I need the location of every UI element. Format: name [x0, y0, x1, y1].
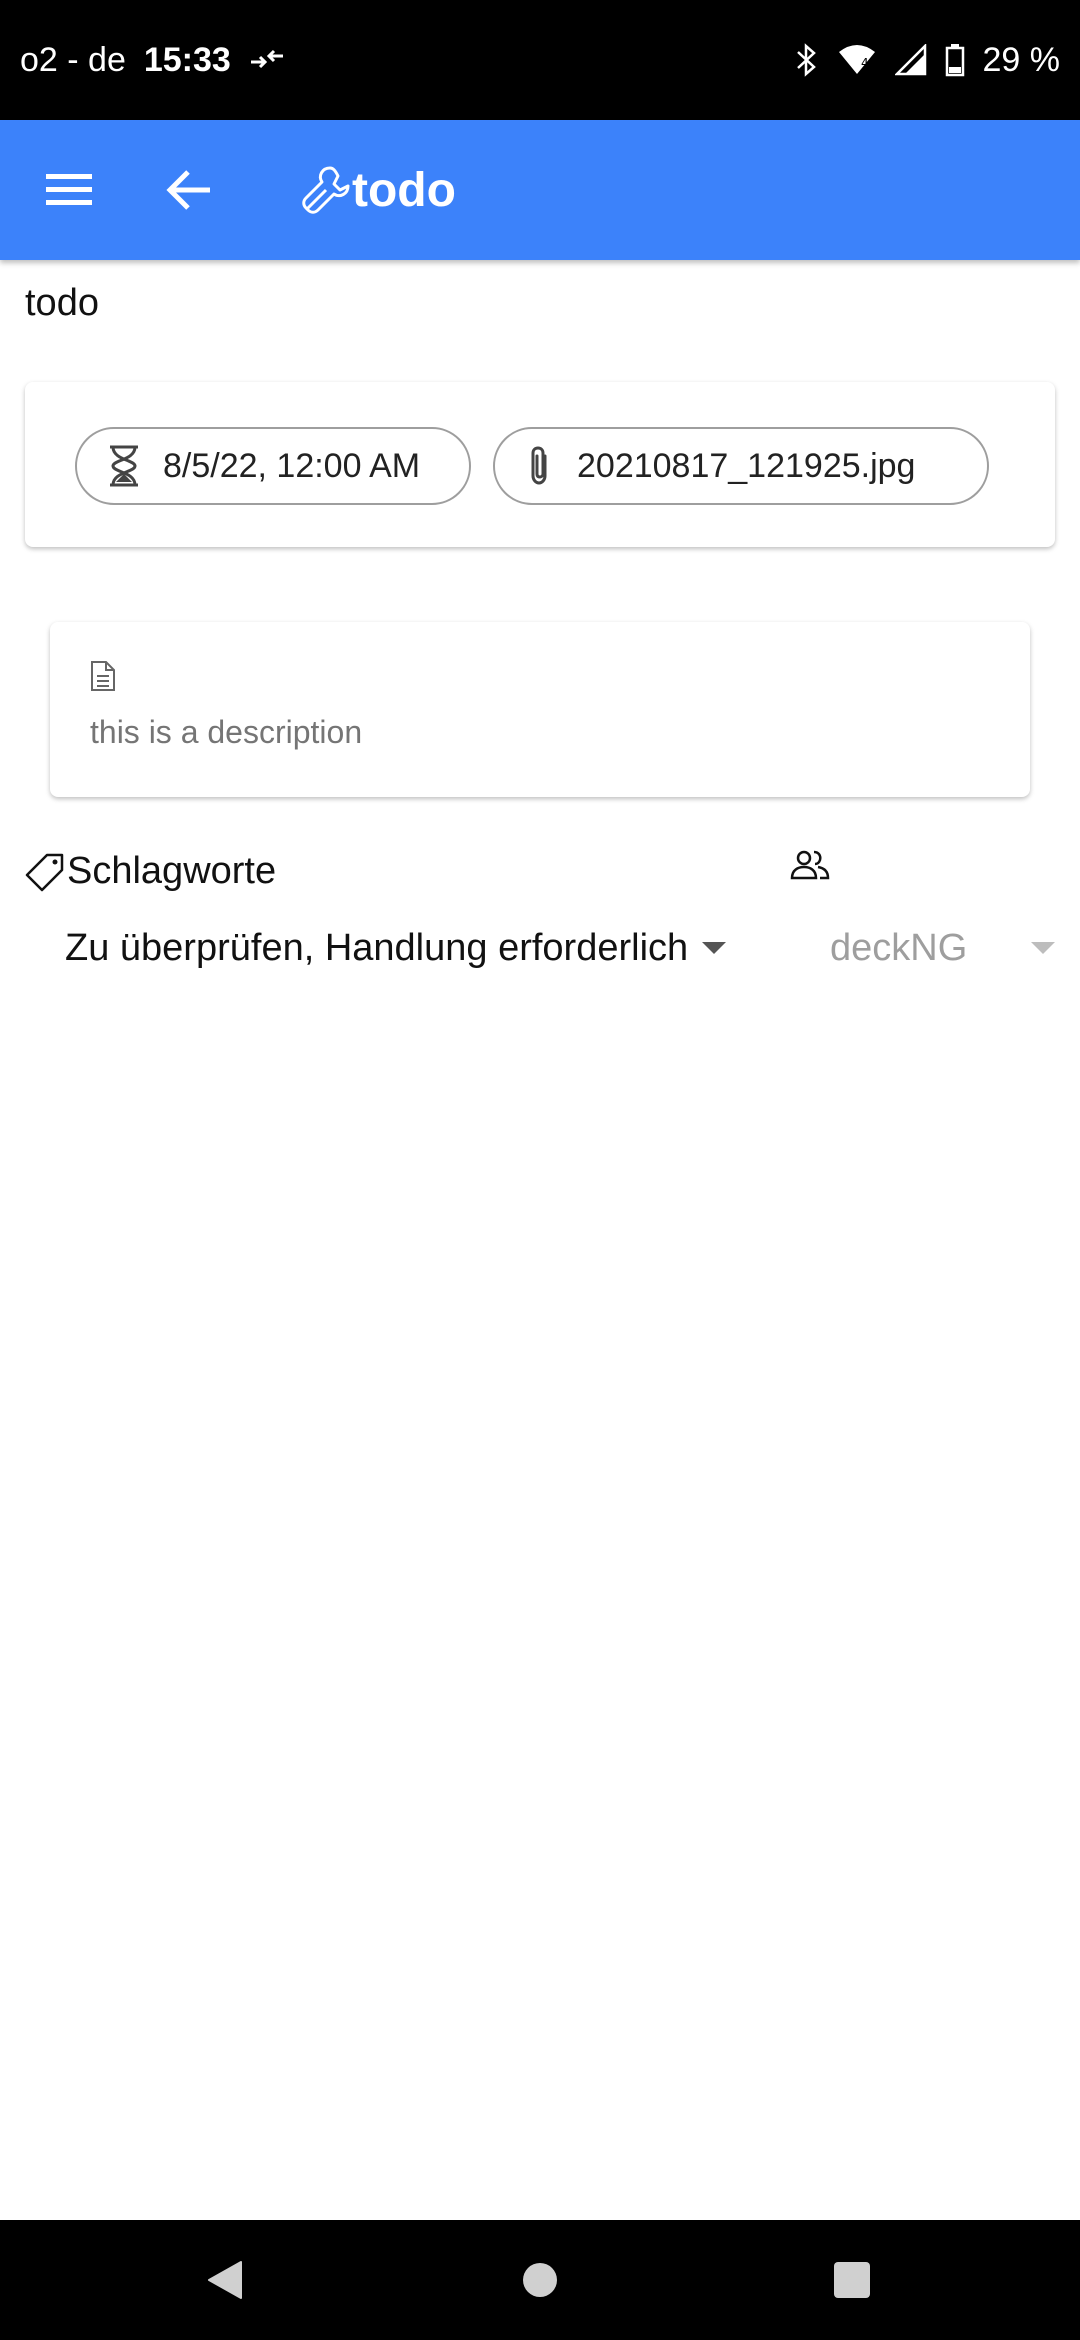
due-date-chip[interactable]: 8/5/22, 12:00 AM: [75, 427, 471, 505]
tags-header: Schlagworte: [25, 850, 276, 893]
card-title[interactable]: todo: [25, 282, 99, 325]
carrier-label: o2 - de: [20, 40, 126, 79]
people-icon: [790, 850, 830, 880]
status-right: 4 29 %: [795, 40, 1061, 80]
dropdown-caret-icon: [702, 942, 727, 954]
page-title: todo: [352, 163, 456, 217]
app-title-wrap: todo: [300, 163, 456, 218]
menu-button[interactable]: [30, 150, 110, 230]
tags-value: Zu überprüfen, Handlung erforderlich: [65, 926, 689, 969]
hourglass-icon: [110, 445, 138, 487]
attachment-label: 20210817_121925.jpg: [577, 446, 916, 485]
nav-home-button[interactable]: [510, 2250, 570, 2310]
wifi-icon: 4: [837, 44, 877, 76]
wrench-icon: [302, 166, 350, 214]
tag-icon: [25, 853, 64, 891]
svg-text:4: 4: [861, 56, 869, 70]
paperclip-icon: [531, 446, 547, 485]
dropdown-caret-icon: [1031, 942, 1055, 954]
app-bar: todo: [0, 120, 1080, 260]
description-text: this is a description: [90, 714, 363, 750]
due-date-label: 8/5/22, 12:00 AM: [163, 446, 421, 485]
nav-back-icon: [208, 2261, 242, 2299]
document-icon: [91, 661, 115, 691]
tags-label: Schlagworte: [67, 850, 277, 892]
assignee-value: deckNG: [830, 926, 968, 969]
nav-recents-icon: [834, 2262, 870, 2298]
data-transfer-icon: [249, 48, 285, 72]
menu-icon: [46, 174, 92, 205]
battery-percent: 29 %: [982, 40, 1061, 79]
status-left: o2 - de 15:33: [20, 41, 285, 80]
signal-icon: [894, 44, 927, 76]
status-time: 15:33: [143, 40, 231, 79]
assignee-dropdown[interactable]: deckNG: [830, 918, 1055, 978]
nav-back-button[interactable]: [195, 2250, 255, 2310]
back-button[interactable]: [150, 150, 230, 230]
tags-dropdown[interactable]: Zu überprüfen, Handlung erforderlich: [65, 918, 765, 978]
card-meta-panel: 8/5/22, 12:00 AM 20210817_121925.jpg: [25, 382, 1055, 547]
battery-icon: [945, 43, 965, 77]
back-arrow-icon: [166, 170, 210, 210]
description-card[interactable]: this is a description: [50, 622, 1030, 797]
status-bar: o2 - de 15:33 4 29 %: [0, 0, 1080, 120]
nav-home-icon: [523, 2263, 557, 2297]
system-nav-bar: [0, 2220, 1080, 2340]
attachment-chip[interactable]: 20210817_121925.jpg: [493, 427, 989, 505]
screen: o2 - de 15:33 4 29 % todo todo 8/5/22, 1…: [0, 0, 1080, 2340]
bluetooth-icon: [795, 43, 819, 77]
nav-recents-button[interactable]: [822, 2250, 882, 2310]
